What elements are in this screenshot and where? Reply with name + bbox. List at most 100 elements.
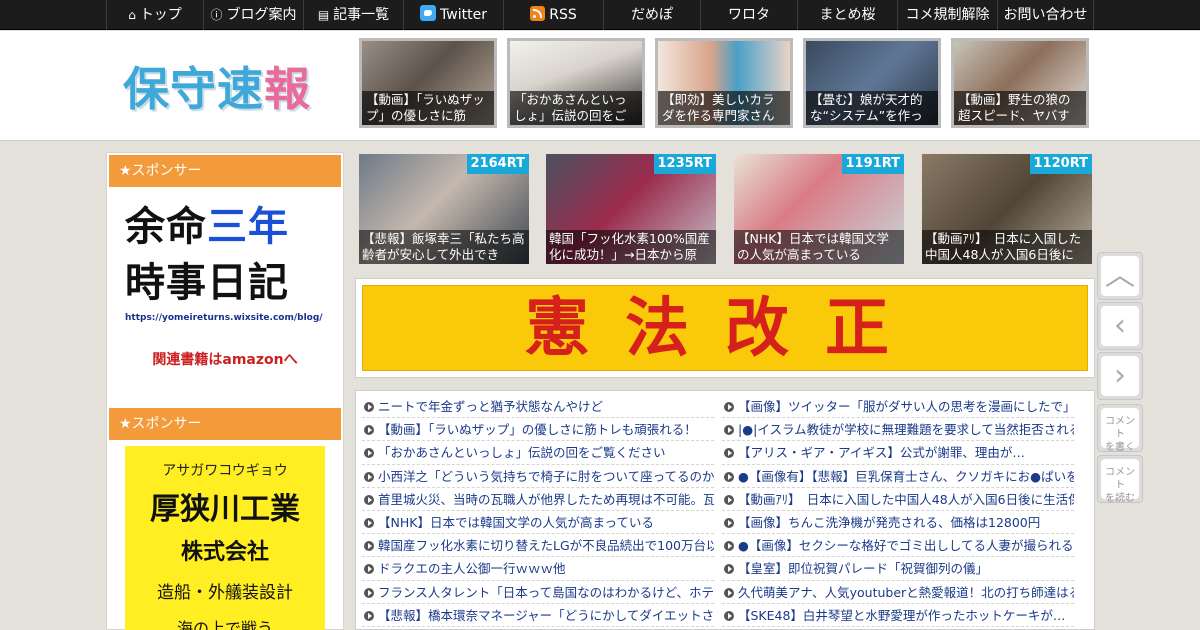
banner-text: 憲法改正	[362, 285, 1088, 371]
ad1-title-line2: 時事日記	[125, 260, 289, 306]
ad2-company: 厚狭川工業	[150, 492, 300, 527]
list-item[interactable]: 【NHK】日本では韓国文学の人気が高まっている	[362, 511, 714, 535]
list-item[interactable]: 【悲報】橋本環奈マネージャー「どうにかしてダイエットさせ	[362, 604, 714, 627]
sponsor-ad-yomei[interactable]: 余命三年 時事日記 https://yomeireturns.wixsite.c…	[125, 199, 325, 379]
featured-thumb-2[interactable]: 「おかあさんといっしょ」伝説の回をご	[507, 38, 645, 128]
scroll-top-button[interactable]: ︿	[1097, 252, 1143, 300]
retweet-count-4: 1120RT	[1029, 154, 1092, 174]
nav-blog-guide-label: ブログ案内	[226, 7, 297, 23]
nav-damepo[interactable]: だめぽ	[603, 0, 700, 30]
list-item[interactable]: 【動画】「ラいぬザップ」の優しさに筋トレも頑張れる！	[362, 418, 714, 442]
list-item[interactable]: ●【画像有】【悲報】巨乳保育士さん、クソガキにお●ぱいを揉	[722, 465, 1074, 488]
rss-icon	[530, 6, 546, 21]
top-story-caption-1: 【悲報】飯塚幸三「私たち高齢者が安心して外出でき	[359, 230, 529, 264]
ad1-amazon-link[interactable]: 関連書籍はamazonへ	[125, 349, 325, 369]
featured-thumb-1[interactable]: 【動画】「ラいぬザップ」の優しさに筋	[359, 38, 497, 128]
forward-button[interactable]: ›	[1097, 352, 1143, 400]
list-item[interactable]: ●【画像】セクシーな格好でゴミ出ししてる人妻が撮られるｗｗ	[722, 534, 1074, 558]
retweet-count-2: 1235RT	[653, 154, 716, 174]
banner-constitution[interactable]: 憲法改正	[355, 278, 1095, 378]
retweet-count-1: 2164RT	[466, 154, 529, 174]
ad1-title-a: 余命	[125, 204, 207, 250]
write-comment-button[interactable]: コメント を書く	[1097, 404, 1143, 453]
chevron-left-icon: ‹	[1114, 308, 1126, 343]
sidebar: ★スポンサー 余命三年 時事日記 https://yomeireturns.wi…	[106, 152, 344, 630]
sponsor-heading-1: ★スポンサー	[109, 155, 341, 187]
info-icon: ⓘ	[210, 8, 223, 22]
list-item[interactable]: 「おかあさんといっしょ」伝説の回をご覧ください	[362, 441, 714, 465]
site-logo[interactable]: 保守速報	[123, 53, 311, 119]
nav-top[interactable]: ⌂ トップ	[106, 0, 203, 30]
featured-thumb-3[interactable]: 【即効】美しいカラダを作る専門家さん	[655, 38, 793, 128]
back-button[interactable]: ‹	[1097, 302, 1143, 350]
list-item[interactable]: 【画像】ちんこ洗浄機が発売される、価格は12800円	[722, 511, 1074, 535]
nav-top-label: トップ	[139, 7, 182, 23]
nav-article-list-label: 記事一覧	[333, 7, 390, 23]
home-icon: ⌂	[128, 8, 136, 22]
list-item[interactable]: フランス人タレント「日本って島国なのはわかるけど、ホテル	[362, 581, 714, 604]
right-link-column: 【画像】ツイッター「服がダサい人の思考を漫画にしたで」 |●|イスラム教徒が学校…	[722, 395, 1074, 627]
nav-warota-label: ワロタ	[728, 7, 770, 23]
left-link-column: ニートで年金ずっと猶予状態なんやけど 【動画】「ラいぬザップ」の優しさに筋トレも…	[362, 395, 714, 627]
nav-twitter-label: Twitter	[440, 7, 487, 23]
list-item[interactable]: |●|イスラム教徒が学校に無理難題を要求して当然拒否される	[722, 418, 1074, 442]
top-story-caption-2: 韓国「フッ化水素100%国産化に成功！」→日本から原	[546, 230, 716, 264]
nav-matome-sakura-label: まとめ桜	[819, 7, 876, 23]
top-story-2[interactable]: 1235RT 韓国「フッ化水素100%国産化に成功！」→日本から原	[546, 154, 716, 264]
nav-warota[interactable]: ワロタ	[700, 0, 797, 30]
top-story-caption-4: 【動画ｱﾘ】 日本に入国した中国人48人が入国6日後に	[922, 230, 1092, 264]
article-link-list: ニートで年金ずっと猶予状態なんやけど 【動画】「ラいぬザップ」の優しさに筋トレも…	[355, 390, 1095, 630]
top-story-4[interactable]: 1120RT 【動画ｱﾘ】 日本に入国した中国人48人が入国6日後に	[922, 154, 1092, 264]
nav-rss[interactable]: RSS	[503, 0, 603, 30]
ad2-kana: アサガワコウギョウ	[162, 463, 288, 479]
ad2-tagline: 海の上で戦う	[176, 619, 273, 630]
nav-contact[interactable]: お問い合わせ	[997, 0, 1094, 30]
ad2-business: 造船・外艤装設計	[157, 583, 293, 603]
featured-thumb-5[interactable]: 【動画】野生の狼の超スピード、ヤバす	[951, 38, 1089, 128]
list-item[interactable]: 【画像】ツイッター「服がダサい人の思考を漫画にしたで」	[722, 395, 1074, 419]
list-item[interactable]: 【皇室】即位祝賀パレード「祝賀御列の儀」	[722, 557, 1074, 581]
list-item[interactable]: 【SKE48】白井琴望と水野愛理が作ったホットケーキが…	[722, 604, 1074, 627]
ad1-title-line1: 余命三年	[125, 199, 325, 255]
featured-caption-3: 【即効】美しいカラダを作る専門家さん	[658, 91, 790, 125]
list-item[interactable]: ドラクエの主人公御一行ｗｗｗ他	[362, 557, 714, 581]
write-comment-label: コメント を書く	[1105, 416, 1135, 453]
top-navigation: ⌂ トップ ⓘ ブログ案内 ▤ 記事一覧 Twitter RSS だめぽ ワロタ まと…	[0, 0, 1200, 30]
read-comment-button[interactable]: コメント を読む	[1097, 455, 1143, 504]
twitter-icon	[420, 5, 437, 21]
chevron-up-icon: ︿	[1105, 258, 1135, 293]
featured-caption-5: 【動画】野生の狼の超スピード、ヤバす	[954, 91, 1086, 125]
nav-contact-label: お問い合わせ	[1003, 7, 1088, 23]
ad1-url: https://yomeireturns.wixsite.com/blog/	[125, 313, 323, 323]
nav-comment-unblock[interactable]: コメ規制解除	[897, 0, 997, 30]
featured-caption-2: 「おかあさんといっしょ」伝説の回をご	[510, 91, 642, 125]
list-item[interactable]: 首里城火災、当時の瓦職人が他界したため再現は不可能。瓦職	[362, 488, 714, 511]
nav-article-list[interactable]: ▤ 記事一覧	[303, 0, 403, 30]
nav-twitter[interactable]: Twitter	[403, 0, 503, 30]
top-story-1[interactable]: 2164RT 【悲報】飯塚幸三「私たち高齢者が安心して外出でき	[359, 154, 529, 264]
top-story-3[interactable]: 1191RT 【NHK】日本では韓国文学の人気が高まっている	[734, 154, 904, 264]
sponsor-heading-2: ★スポンサー	[109, 408, 341, 440]
list-item[interactable]: 久代萌美アナ、人気youtuberと熱愛報道！北の打ち師達はるく	[722, 581, 1074, 604]
list-item[interactable]: ニートで年金ずっと猶予状態なんやけど	[362, 395, 714, 419]
site-header: 保守速報 【動画】「ラいぬザップ」の優しさに筋 「おかあさんといっしょ」伝説の回…	[0, 31, 1200, 141]
featured-thumb-4[interactable]: 【畳む】娘が天才的な“システム”を作っ	[803, 38, 941, 128]
nav-blog-guide[interactable]: ⓘ ブログ案内	[203, 0, 303, 30]
top-story-caption-3: 【NHK】日本では韓国文学の人気が高まっている	[734, 230, 904, 264]
sponsor-ad-asagawa[interactable]: アサガワコウギョウ 厚狭川工業 株式会社 造船・外艤装設計 海の上で戦う	[125, 446, 325, 630]
ad2-company-type: 株式会社	[180, 540, 269, 565]
list-item[interactable]: 小西洋之「どういう気持ちで椅子に肘をついて座ってるのか？	[362, 465, 714, 488]
nav-comment-unblock-label: コメ規制解除	[905, 7, 990, 23]
nav-damepo-label: だめぽ	[631, 7, 673, 23]
list-icon: ▤	[317, 8, 330, 22]
featured-caption-1: 【動画】「ラいぬザップ」の優しさに筋	[362, 91, 494, 125]
list-item[interactable]: 韓国産フッ化水素に切り替えたLGが不良品続出で100万台以上	[362, 534, 714, 558]
list-item[interactable]: 【アリス・ギア・アイギス】公式が謝罪、理由が…	[722, 441, 1074, 465]
list-item[interactable]: 【動画ｱﾘ】 日本に入国した中国人48人が入国6日後に生活保	[722, 488, 1074, 511]
ad1-title-b: 三年	[207, 204, 289, 250]
read-comment-label: コメント を読む	[1105, 467, 1135, 504]
nav-rss-label: RSS	[549, 7, 577, 23]
featured-caption-4: 【畳む】娘が天才的な“システム”を作っ	[806, 91, 938, 125]
nav-matome-sakura[interactable]: まとめ桜	[797, 0, 897, 30]
chevron-right-icon: ›	[1114, 358, 1126, 393]
